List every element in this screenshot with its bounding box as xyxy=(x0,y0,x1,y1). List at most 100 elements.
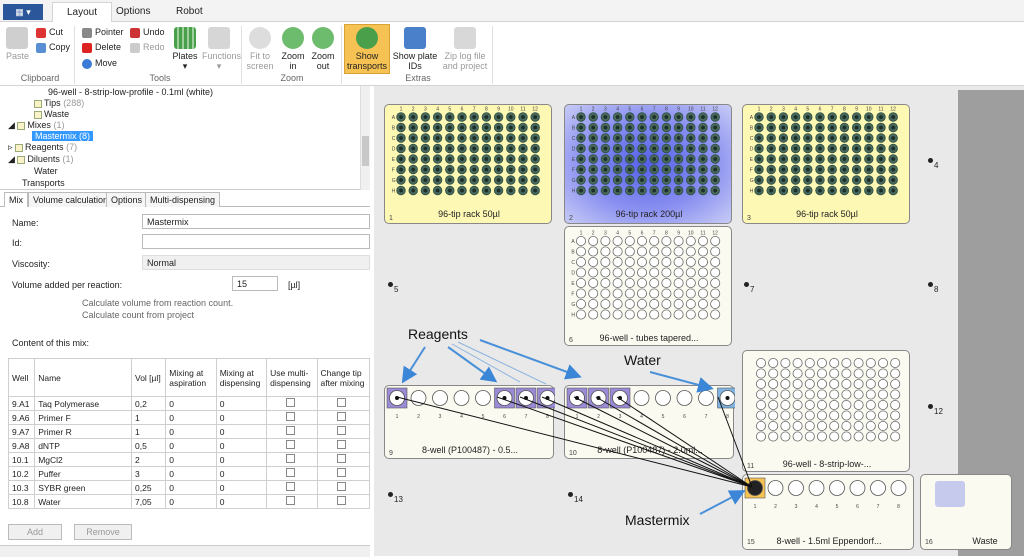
well[interactable] xyxy=(865,368,876,379)
well[interactable] xyxy=(673,256,684,267)
well[interactable] xyxy=(661,278,672,289)
expand-icon[interactable]: ◢ xyxy=(8,154,17,164)
pointer-button[interactable]: Pointer xyxy=(82,27,124,38)
well[interactable] xyxy=(829,410,840,421)
well[interactable] xyxy=(600,309,611,320)
well[interactable] xyxy=(685,256,696,267)
well[interactable] xyxy=(475,390,491,406)
well[interactable] xyxy=(624,299,635,310)
well[interactable] xyxy=(710,267,721,278)
well[interactable] xyxy=(780,421,791,432)
well[interactable] xyxy=(575,288,586,299)
well[interactable] xyxy=(792,368,803,379)
table-row[interactable]: 9.A1 Taq Polymerase 0,2 0 0 xyxy=(7,396,370,411)
well[interactable] xyxy=(768,410,779,421)
well[interactable] xyxy=(661,309,672,320)
show-transports-button[interactable]: Show transports xyxy=(344,24,390,74)
well[interactable] xyxy=(768,400,779,411)
well[interactable] xyxy=(817,389,828,400)
well[interactable] xyxy=(755,358,766,368)
well[interactable] xyxy=(661,288,672,299)
well[interactable] xyxy=(600,246,611,257)
well[interactable] xyxy=(612,256,623,267)
well[interactable] xyxy=(768,421,779,432)
well[interactable] xyxy=(624,278,635,289)
tree-item-water[interactable]: Water xyxy=(34,166,58,176)
well[interactable] xyxy=(649,267,660,278)
well[interactable] xyxy=(890,421,901,432)
well[interactable] xyxy=(453,390,470,406)
well[interactable] xyxy=(637,288,648,299)
well[interactable] xyxy=(755,400,766,411)
tip-rack-plate[interactable]: 1 2 3 4 5 6 7 8 9 10 11 12 A B C D E F G H 96-tip rack 200µl… xyxy=(564,104,732,224)
well[interactable] xyxy=(853,431,864,442)
well[interactable] xyxy=(817,358,828,368)
checkbox[interactable] xyxy=(336,412,346,421)
checkbox[interactable] xyxy=(286,482,296,491)
well[interactable] xyxy=(841,368,852,379)
redo-button[interactable]: Redo xyxy=(130,42,165,53)
undo-button[interactable]: Undo xyxy=(130,27,165,38)
checkbox[interactable] xyxy=(286,496,296,505)
well[interactable] xyxy=(747,480,763,496)
well[interactable] xyxy=(588,256,599,267)
collapse-icon[interactable]: ▹ xyxy=(8,142,15,152)
well[interactable] xyxy=(780,410,791,421)
table-cell[interactable]: 0 xyxy=(165,396,217,411)
well[interactable] xyxy=(697,256,708,267)
well[interactable] xyxy=(673,299,684,310)
table-cell[interactable]: 0,2 xyxy=(130,396,167,411)
well[interactable] xyxy=(575,278,586,289)
well[interactable] xyxy=(673,267,684,278)
well[interactable] xyxy=(804,358,815,368)
checkbox[interactable] xyxy=(286,426,296,435)
well[interactable] xyxy=(865,421,876,432)
app-menu-button[interactable]: ▦ ▾ xyxy=(3,4,43,20)
reagent-strip-10[interactable]: 1 2 3 4 5 6 7 8 8-well (P100487) - 2.0ml... 10 xyxy=(564,385,735,459)
well[interactable] xyxy=(624,267,635,278)
well[interactable] xyxy=(780,378,791,389)
well[interactable] xyxy=(780,358,791,368)
table-cell[interactable]: 0 xyxy=(165,494,217,509)
functions-button[interactable]: Functions ▾ xyxy=(202,27,241,72)
well[interactable] xyxy=(612,288,623,299)
table-cell[interactable]: 2 xyxy=(130,452,167,467)
well[interactable] xyxy=(697,246,708,257)
well[interactable] xyxy=(841,358,852,368)
well[interactable] xyxy=(792,389,803,400)
well[interactable] xyxy=(685,278,696,289)
table-cell[interactable]: 0 xyxy=(215,438,268,453)
table-cell[interactable]: 0,25 xyxy=(130,480,167,495)
cut-button[interactable]: Cut xyxy=(36,27,63,38)
well[interactable] xyxy=(624,235,635,246)
well[interactable] xyxy=(841,389,852,400)
tab-multi-dispensing[interactable]: Multi-dispensing xyxy=(145,192,221,207)
well[interactable] xyxy=(685,235,696,246)
well[interactable] xyxy=(877,389,888,400)
well[interactable] xyxy=(633,390,650,406)
table-cell[interactable]: 10.3 xyxy=(7,480,36,495)
table-cell[interactable]: 9.A7 xyxy=(7,424,36,439)
tree-item-mixes[interactable]: ◢ Mixes (1) xyxy=(8,120,64,131)
well[interactable] xyxy=(853,400,864,411)
well[interactable] xyxy=(588,309,599,320)
calc-volume-option[interactable]: Calculate volume from reaction count. xyxy=(82,298,233,308)
well[interactable] xyxy=(817,410,828,421)
column-header[interactable]: Name xyxy=(34,358,132,397)
well[interactable] xyxy=(870,480,886,496)
viscosity-select[interactable]: Normal xyxy=(142,255,370,270)
table-cell[interactable]: 9.A8 xyxy=(7,438,36,453)
well[interactable] xyxy=(710,278,721,289)
column-header[interactable]: Change tip after mixing xyxy=(316,358,370,397)
well[interactable] xyxy=(792,400,803,411)
tab-options[interactable]: Options xyxy=(106,192,148,207)
delete-button[interactable]: Delete xyxy=(82,42,121,53)
well[interactable] xyxy=(588,267,599,278)
well[interactable] xyxy=(588,235,599,246)
well[interactable] xyxy=(697,288,708,299)
well[interactable] xyxy=(865,358,876,368)
well[interactable] xyxy=(829,368,840,379)
table-cell[interactable]: 0 xyxy=(215,410,268,425)
tree-item-tips[interactable]: Tips (288) xyxy=(34,98,84,108)
checkbox[interactable] xyxy=(286,412,296,421)
